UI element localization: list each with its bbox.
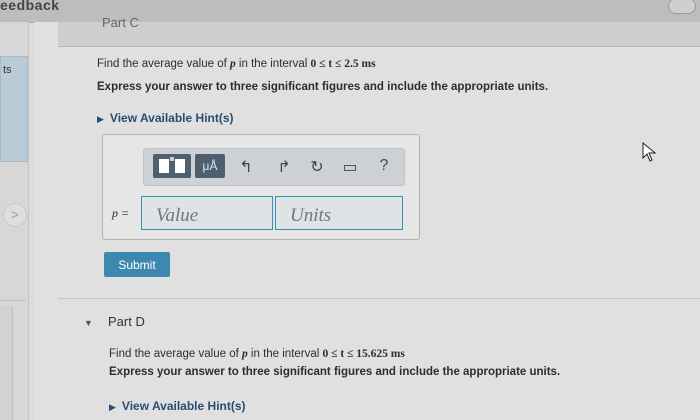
part-c-label: Part C <box>102 15 139 30</box>
interval-math: 0 ≤ t ≤ 2.5 ms <box>310 58 376 70</box>
submit-button[interactable]: Submit <box>104 252 170 277</box>
left-tab-label: ts <box>3 64 12 76</box>
part-d-title[interactable]: Part D <box>108 314 145 329</box>
redo-icon[interactable]: ↱ <box>274 157 294 177</box>
part-d-question: Find the average value of p in the inter… <box>109 348 405 360</box>
units-button[interactable]: μÅ <box>195 154 225 178</box>
keyboard-icon[interactable]: ▭ <box>340 157 360 177</box>
mouse-cursor-icon <box>642 142 656 162</box>
part-c-hint-link[interactable]: ▶ View Available Hint(s) <box>97 111 234 125</box>
left-tab[interactable]: ts <box>0 56 28 162</box>
nav-arrow-button[interactable]: > <box>3 203 27 227</box>
feedback-title: eedback <box>0 0 60 10</box>
triangle-right-icon: ▶ <box>97 114 104 124</box>
section-divider <box>58 298 700 299</box>
triangle-right-icon-d: ▶ <box>109 402 116 412</box>
left-bottom-panel <box>0 306 13 420</box>
reset-icon[interactable]: ↻ <box>307 157 327 177</box>
left-divider <box>0 300 26 301</box>
corner-control[interactable] <box>668 0 696 14</box>
units-input[interactable] <box>275 196 403 230</box>
math-toolbar: μÅ ↰ ↱ ↻ ▭ ? <box>143 148 405 186</box>
help-icon[interactable]: ? <box>374 157 394 175</box>
triangle-down-icon[interactable]: ▼ <box>84 318 93 328</box>
interval-math-d: 0 ≤ t ≤ 15.625 ms <box>322 348 405 360</box>
part-c-question: Find the average value of p in the inter… <box>97 58 376 70</box>
part-c-header[interactable]: Part C <box>58 15 700 47</box>
templates-icon <box>159 157 185 173</box>
equation-label: p = <box>112 206 130 220</box>
part-d-instructions: Express your answer to three significant… <box>109 366 561 378</box>
part-d-hint-link[interactable]: ▶ View Available Hint(s) <box>109 399 246 413</box>
templates-button[interactable] <box>153 154 191 178</box>
part-c-instructions: Express your answer to three significant… <box>97 81 549 93</box>
value-input[interactable] <box>141 196 273 230</box>
undo-icon[interactable]: ↰ <box>236 157 256 177</box>
